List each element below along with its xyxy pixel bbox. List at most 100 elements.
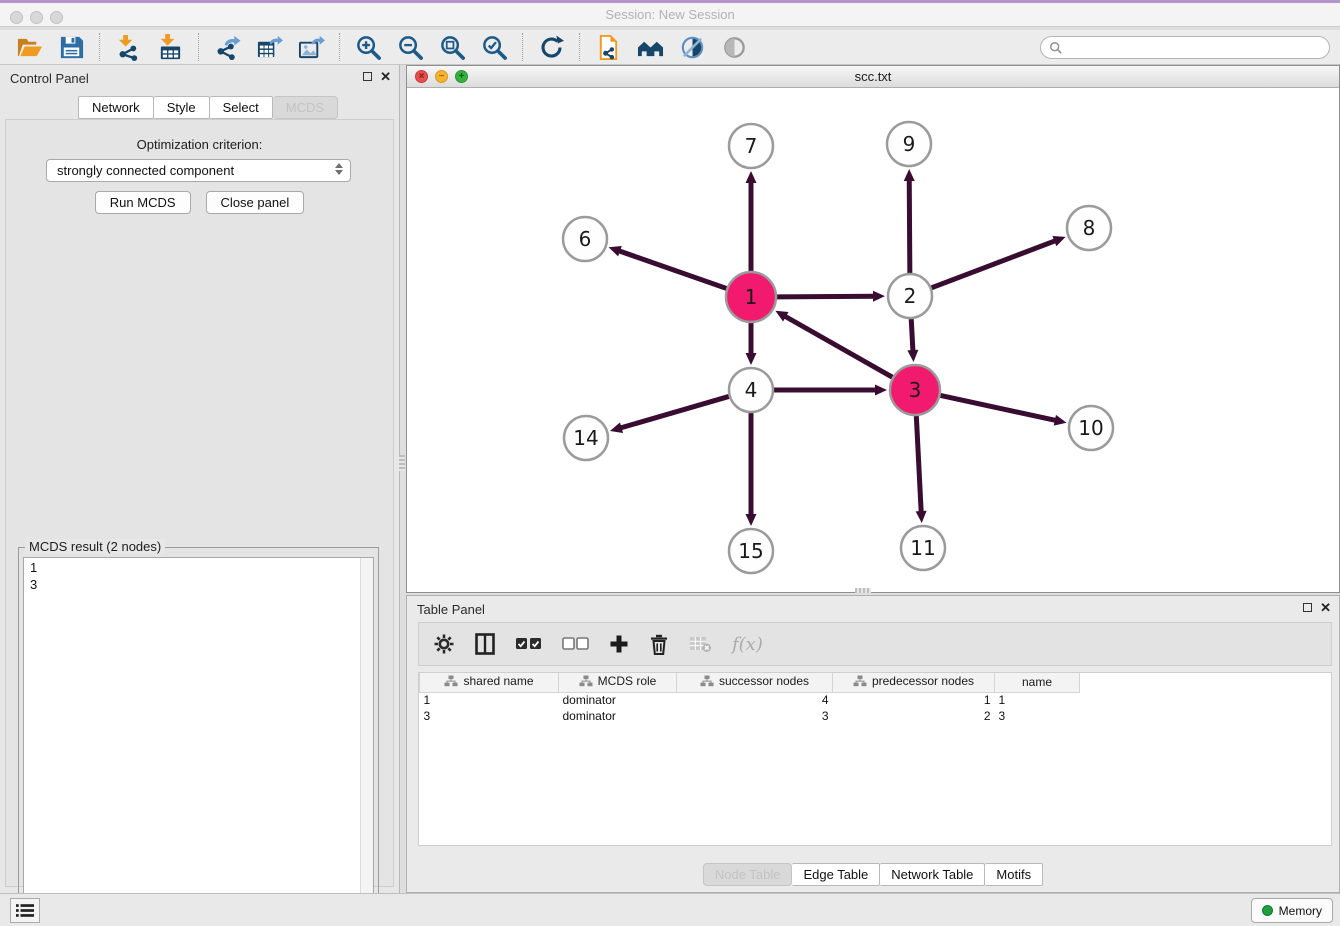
function-builder-button[interactable]: f(x) bbox=[732, 634, 763, 655]
graph-edge-2-9[interactable] bbox=[904, 169, 915, 273]
graph-edge-1-4[interactable] bbox=[746, 323, 757, 365]
graph-node-11[interactable]: 11 bbox=[901, 526, 945, 570]
application-window: Session: New Session Control Panel bbox=[0, 0, 1340, 926]
graph-edge-3-11[interactable] bbox=[916, 416, 927, 523]
tab-network[interactable]: Network bbox=[78, 96, 154, 119]
session-title: Session: New Session bbox=[0, 7, 1340, 22]
delete-table-button[interactable] bbox=[689, 636, 712, 653]
open-button[interactable] bbox=[14, 32, 44, 62]
network-canvas[interactable]: 7 9 6 8 1 2 4 3 14 10 15 11 bbox=[407, 88, 1339, 592]
delete-columns-button[interactable] bbox=[649, 633, 669, 655]
graph-edge-1-6[interactable] bbox=[609, 246, 727, 288]
svg-text:6: 6 bbox=[579, 227, 592, 251]
search-icon bbox=[1049, 41, 1063, 55]
export-network-icon bbox=[214, 34, 241, 61]
table-row[interactable]: 3 dominator 3 2 3 bbox=[420, 708, 1332, 724]
column-header-mcds-role[interactable]: MCDS role bbox=[559, 673, 677, 692]
graph-edge-4-14[interactable] bbox=[610, 396, 729, 433]
panel-divider-grip[interactable] bbox=[399, 455, 405, 471]
graph-node-6[interactable]: 6 bbox=[563, 217, 607, 261]
graph-edge-2-3[interactable] bbox=[907, 319, 918, 362]
close-panel-icon[interactable]: ✕ bbox=[380, 71, 391, 82]
export-network-button[interactable] bbox=[212, 32, 242, 62]
column-header-name[interactable]: name bbox=[995, 673, 1080, 692]
svg-text:11: 11 bbox=[910, 536, 935, 560]
import-network-button[interactable] bbox=[113, 32, 143, 62]
graph-edge-1-2[interactable] bbox=[777, 291, 885, 302]
tab-node-table[interactable]: Node Table bbox=[703, 863, 793, 886]
create-column-button[interactable] bbox=[609, 634, 629, 654]
node-table: shared name MCDS role successor nodes pr… bbox=[418, 672, 1332, 846]
graph-node-14[interactable]: 14 bbox=[564, 416, 608, 460]
graph-node-3[interactable]: 3 bbox=[890, 365, 940, 415]
status-bar: Memory bbox=[0, 893, 1340, 926]
network-window-titlebar[interactable]: × − + scc.txt bbox=[407, 66, 1339, 88]
save-button[interactable] bbox=[56, 32, 86, 62]
result-scrollbar[interactable] bbox=[360, 558, 373, 926]
graph-edge-3-10[interactable] bbox=[940, 395, 1066, 425]
graph-edge-4-15[interactable] bbox=[746, 413, 757, 526]
graph-node-2[interactable]: 2 bbox=[888, 274, 932, 318]
tab-motifs[interactable]: Motifs bbox=[985, 863, 1043, 886]
open-folder-icon bbox=[16, 34, 43, 61]
zoom-out-button[interactable] bbox=[395, 32, 425, 62]
show-graphics-details-button[interactable] bbox=[677, 32, 707, 62]
birdseye-view-button[interactable] bbox=[719, 32, 749, 62]
tab-mcds[interactable]: MCDS bbox=[273, 96, 338, 119]
graph-node-7[interactable]: 7 bbox=[729, 124, 773, 168]
tab-style[interactable]: Style bbox=[154, 96, 210, 119]
mcds-result-area[interactable]: 1 3 bbox=[23, 557, 374, 926]
graph-node-10[interactable]: 10 bbox=[1069, 406, 1113, 450]
unselect-all-columns-button[interactable] bbox=[562, 637, 589, 651]
graph-node-1[interactable]: 1 bbox=[726, 272, 776, 322]
graph-node-8[interactable]: 8 bbox=[1067, 206, 1111, 250]
zoom-in-button[interactable] bbox=[353, 32, 383, 62]
graph-node-15[interactable]: 15 bbox=[729, 529, 773, 573]
column-header-predecessor-nodes[interactable]: predecessor nodes bbox=[833, 673, 995, 692]
memory-button[interactable]: Memory bbox=[1251, 898, 1333, 923]
tab-select[interactable]: Select bbox=[210, 96, 273, 119]
toolbar-separator bbox=[522, 33, 523, 61]
export-image-button[interactable] bbox=[296, 32, 326, 62]
tab-edge-table[interactable]: Edge Table bbox=[792, 863, 880, 886]
sitemap-icon bbox=[579, 675, 593, 687]
graph-node-9[interactable]: 9 bbox=[887, 122, 931, 166]
criterion-dropdown[interactable]: strongly connected component bbox=[46, 159, 351, 182]
svg-text:15: 15 bbox=[738, 539, 763, 563]
svg-text:4: 4 bbox=[745, 378, 758, 402]
graph-edge-4-3[interactable] bbox=[774, 385, 887, 396]
select-all-columns-button[interactable] bbox=[515, 637, 542, 651]
table-panel: Table Panel ✕ f(x) shared name MCDS role bbox=[406, 595, 1340, 893]
graph-node-4[interactable]: 4 bbox=[729, 368, 773, 412]
export-table-icon bbox=[256, 34, 283, 61]
search-input[interactable] bbox=[1063, 41, 1329, 55]
float-table-panel-icon[interactable] bbox=[1303, 603, 1312, 612]
refresh-button[interactable] bbox=[536, 32, 566, 62]
tab-network-table[interactable]: Network Table bbox=[880, 863, 985, 886]
zoom-selected-button[interactable] bbox=[479, 32, 509, 62]
network-title: scc.txt bbox=[407, 69, 1339, 84]
zoom-out-icon bbox=[397, 34, 424, 61]
optimization-criterion-label: Optimization criterion: bbox=[6, 137, 393, 152]
task-history-button[interactable] bbox=[10, 898, 40, 923]
import-table-button[interactable] bbox=[155, 32, 185, 62]
table-settings-button[interactable] bbox=[433, 633, 455, 655]
table-row[interactable]: 1 dominator 4 1 1 bbox=[420, 692, 1332, 708]
column-header-successor-nodes[interactable]: successor nodes bbox=[677, 673, 833, 692]
graph-edge-1-7[interactable] bbox=[746, 171, 757, 271]
float-panel-icon[interactable] bbox=[363, 72, 372, 81]
open-network-file-button[interactable] bbox=[593, 32, 623, 62]
graph-edge-2-8[interactable] bbox=[932, 236, 1066, 288]
cybrowser-button[interactable] bbox=[635, 32, 665, 62]
search-field[interactable] bbox=[1040, 36, 1330, 59]
show-columns-button[interactable] bbox=[475, 633, 495, 655]
close-panel-button[interactable]: Close panel bbox=[206, 191, 305, 214]
close-table-panel-icon[interactable]: ✕ bbox=[1320, 602, 1331, 613]
export-table-button[interactable] bbox=[254, 32, 284, 62]
run-mcds-button[interactable]: Run MCDS bbox=[95, 191, 191, 214]
graph-edge-3-1[interactable] bbox=[775, 311, 892, 377]
zoom-fit-button[interactable] bbox=[437, 32, 467, 62]
graph-svg[interactable]: 7 9 6 8 1 2 4 3 14 10 15 11 bbox=[407, 88, 1337, 593]
window-divider-grip[interactable] bbox=[855, 588, 871, 593]
column-header-shared-name[interactable]: shared name bbox=[420, 673, 559, 692]
